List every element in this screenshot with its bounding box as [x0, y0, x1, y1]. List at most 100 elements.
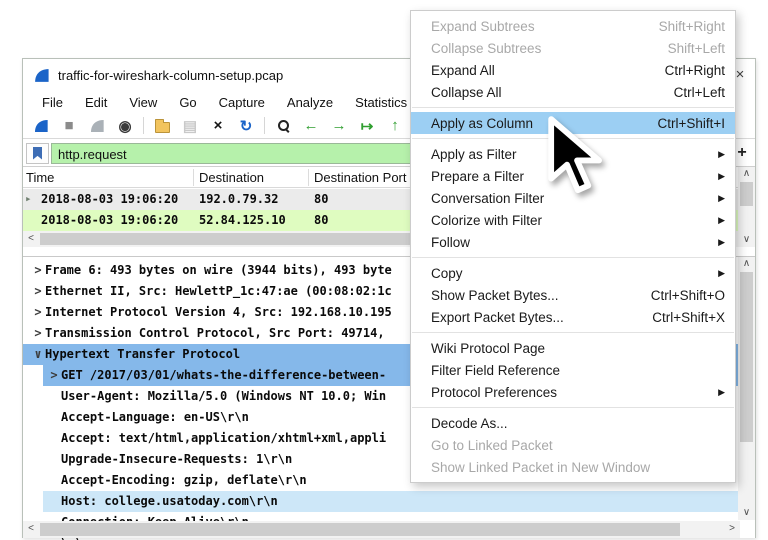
menu-separator: [412, 332, 734, 333]
menu-item-collapse-all[interactable]: Collapse All Ctrl+Left: [411, 81, 735, 103]
cell-destination: 52.84.125.10: [199, 213, 286, 227]
column-header-destination[interactable]: Destination: [199, 170, 264, 185]
close-file-icon[interactable]: ×: [206, 115, 230, 136]
next-packet-icon[interactable]: →: [327, 115, 351, 136]
menubar-item-view[interactable]: View: [118, 93, 168, 112]
menu-item-show-packet-bytes[interactable]: Show Packet Bytes... Ctrl+Shift+O: [411, 284, 735, 306]
menubar-item-edit[interactable]: Edit: [74, 93, 118, 112]
menu-item-protocol-preferences[interactable]: Protocol Preferences▶: [411, 381, 735, 403]
menu-item-label: Filter Field Reference: [431, 363, 725, 378]
indent-space: [47, 491, 61, 512]
scroll-down-icon[interactable]: ∨: [738, 233, 755, 247]
details-horizontal-scrollbar[interactable]: < >: [23, 521, 740, 538]
scroll-left-icon[interactable]: <: [23, 231, 39, 247]
menubar-item-go[interactable]: Go: [168, 93, 207, 112]
find-packet-icon: [278, 120, 289, 131]
scroll-up-icon[interactable]: ∧: [738, 257, 755, 271]
save-file-icon[interactable]: ▤: [178, 115, 202, 136]
reload-icon[interactable]: ↻: [234, 115, 258, 136]
menu-separator: [412, 257, 734, 258]
menu-item-label: Wiki Protocol Page: [431, 341, 725, 356]
scroll-up-icon[interactable]: ∧: [738, 167, 755, 181]
column-separator[interactable]: [308, 169, 309, 186]
expander-icon[interactable]: >: [31, 323, 45, 344]
expander-icon[interactable]: >: [31, 281, 45, 302]
scrollbar-thumb[interactable]: [740, 182, 753, 206]
submenu-arrow-icon: ▶: [718, 193, 725, 204]
menu-item-shortcut: Ctrl+Shift+O: [651, 288, 725, 303]
indent-space: [47, 407, 61, 428]
expander-icon[interactable]: ∨: [31, 344, 45, 365]
detail-text: Upgrade-Insecure-Requests: 1\r\n: [61, 452, 292, 466]
menu-item-shortcut: Shift+Right: [659, 19, 725, 34]
detail-text: Accept-Encoding: gzip, deflate\r\n: [61, 473, 307, 487]
menu-item-follow[interactable]: Follow▶: [411, 231, 735, 253]
bookmark-icon: [33, 147, 42, 160]
menu-item-label: Show Packet Bytes...: [431, 288, 639, 303]
open-file-icon: [155, 122, 170, 133]
submenu-arrow-icon: ▶: [718, 387, 725, 398]
go-to-top-icon[interactable]: ↑: [383, 115, 407, 136]
menu-item-label: Show Linked Packet in New Window: [431, 460, 725, 475]
menu-item-label: Go to Linked Packet: [431, 438, 725, 453]
start-capture-icon[interactable]: [29, 115, 53, 136]
menu-item-label: Collapse Subtrees: [431, 41, 656, 56]
menubar-item-capture[interactable]: Capture: [208, 93, 276, 112]
menu-item-label: Expand All: [431, 63, 653, 78]
go-to-packet-icon[interactable]: ↦: [355, 115, 379, 136]
restart-capture-icon[interactable]: [85, 115, 109, 136]
expander-icon[interactable]: >: [31, 302, 45, 323]
indent-space: [47, 449, 61, 470]
capture-options-icon[interactable]: ◉: [113, 115, 137, 136]
menu-item-decode-as[interactable]: Decode As...: [411, 412, 735, 434]
menu-item-collapse-subtrees: Collapse SubtreesShift+Left: [411, 37, 735, 59]
detail-row[interactable]: Host: college.usatoday.com\r\n: [23, 491, 740, 512]
filter-bookmark-button[interactable]: [26, 143, 49, 164]
scrollbar-thumb[interactable]: [740, 272, 753, 442]
scroll-left-icon[interactable]: <: [23, 521, 39, 538]
menu-separator: [412, 407, 734, 408]
menu-item-label: Collapse All: [431, 85, 662, 100]
submenu-arrow-icon: ▶: [718, 268, 725, 279]
menu-item-label: Colorize with Filter: [431, 213, 725, 228]
menu-item-shortcut: Ctrl+Shift+X: [652, 310, 725, 325]
expander-icon[interactable]: >: [47, 365, 61, 386]
first-packet-marker-icon: ▸: [25, 192, 32, 205]
stop-capture-icon[interactable]: ■: [57, 115, 81, 136]
expander-icon[interactable]: >: [31, 260, 45, 281]
packet-list-vertical-scrollbar[interactable]: ∧ ∨: [738, 167, 755, 247]
column-header-destination-port[interactable]: Destination Port: [314, 170, 407, 185]
find-packet-icon[interactable]: [271, 115, 295, 136]
cell-destination: 192.0.79.32: [199, 192, 278, 206]
menu-item-wiki-protocol-page[interactable]: Wiki Protocol Page: [411, 337, 735, 359]
details-vertical-scrollbar[interactable]: ∧ ∨: [738, 257, 755, 520]
column-header-time[interactable]: Time: [26, 170, 54, 185]
open-file-icon[interactable]: [150, 115, 174, 136]
detail-text: Host: college.usatoday.com\r\n: [61, 494, 278, 508]
detail-text: Transmission Control Protocol, Src Port:…: [45, 326, 392, 340]
indent-space: [47, 470, 61, 491]
scroll-right-icon[interactable]: >: [724, 521, 740, 538]
menu-item-copy[interactable]: Copy▶: [411, 262, 735, 284]
scroll-down-icon[interactable]: ∨: [738, 506, 755, 520]
menu-item-label: Export Packet Bytes...: [431, 310, 640, 325]
menu-item-colorize-with-filter[interactable]: Colorize with Filter▶: [411, 209, 735, 231]
menubar-item-analyze[interactable]: Analyze: [276, 93, 344, 112]
menu-item-expand-all[interactable]: Expand AllCtrl+Right: [411, 59, 735, 81]
menu-item-label: Follow: [431, 235, 725, 250]
detail-text: Ethernet II, Src: HewlettP_1c:47:ae (00:…: [45, 284, 392, 298]
scrollbar-thumb[interactable]: [40, 523, 680, 536]
menu-item-shortcut: Ctrl+Left: [674, 85, 725, 100]
cell-time: 2018-08-03 19:06:20: [41, 213, 178, 227]
cell-destination-port: 80: [314, 213, 328, 227]
column-separator[interactable]: [193, 169, 194, 186]
previous-packet-icon[interactable]: ←: [299, 115, 323, 136]
menu-item-filter-field-reference[interactable]: Filter Field Reference: [411, 359, 735, 381]
menubar-item-statistics[interactable]: Statistics: [344, 93, 418, 112]
menu-item-export-packet-bytes[interactable]: Export Packet Bytes... Ctrl+Shift+X: [411, 306, 735, 328]
indent-space: [47, 386, 61, 407]
menu-item-expand-subtrees: Expand SubtreesShift+Right: [411, 15, 735, 37]
submenu-arrow-icon: ▶: [718, 149, 725, 160]
screen: traffic-for-wireshark-column-setup.pcap …: [0, 0, 768, 540]
menubar-item-file[interactable]: File: [31, 93, 74, 112]
